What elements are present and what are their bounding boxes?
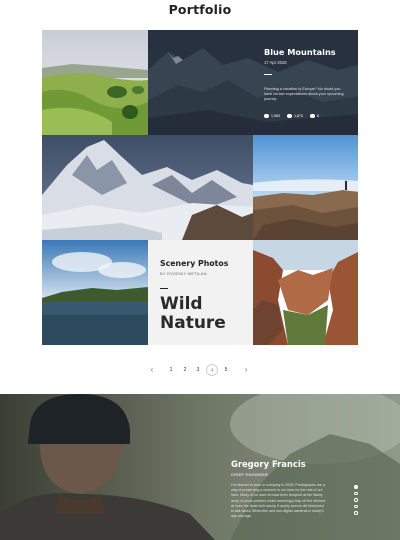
page-1-button[interactable]: 1 xyxy=(165,364,177,376)
next-page-arrow-icon[interactable]: › xyxy=(240,364,252,376)
portfolio-page: Portfolio Blue Mountains 17 Apr 2018 Pla… xyxy=(0,0,400,540)
views-count: 1,563 xyxy=(271,114,280,118)
testimonial-background-photo xyxy=(0,394,400,540)
slider-dots xyxy=(354,485,358,515)
featured-overlay: Blue Mountains 17 Apr 2018 Planning a va… xyxy=(264,30,358,135)
featured-description: Planning a vacation to Europe? No doubt … xyxy=(264,87,344,102)
portfolio-grid: Blue Mountains 17 Apr 2018 Planning a va… xyxy=(42,30,358,345)
featured-blue-mountains-card[interactable]: Blue Mountains 17 Apr 2018 Planning a va… xyxy=(148,30,358,135)
views-stat: 1,563 xyxy=(264,114,280,118)
testimonial-text: I’ve started to work in company in 2005.… xyxy=(231,483,326,519)
eye-icon xyxy=(264,114,269,118)
featured-date: 17 Apr 2018 xyxy=(264,60,287,65)
likes-count: 1,873 xyxy=(294,114,303,118)
page-3-button[interactable]: 3 xyxy=(192,364,204,376)
featured-stats: 1,563 1,873 8 xyxy=(264,114,319,118)
slider-dot-4[interactable] xyxy=(354,504,358,508)
page-title: Portfolio xyxy=(168,2,232,17)
slider-dot-1-active[interactable] xyxy=(354,485,358,489)
page-2-button[interactable]: 2 xyxy=(179,364,191,376)
scenery-big-text: Wild Nature xyxy=(160,294,226,333)
scenery-title[interactable]: Scenery Photos xyxy=(160,259,228,268)
slider-dot-5[interactable] xyxy=(354,511,358,515)
photo-lake[interactable] xyxy=(42,240,148,345)
testimonial-section: Gregory Francis CHIEF ENGINEER I’ve star… xyxy=(0,394,400,540)
photo-snowy-peaks[interactable] xyxy=(42,135,253,240)
comment-icon xyxy=(310,114,315,118)
photo-green-hills[interactable] xyxy=(42,30,148,135)
photo-canyon[interactable] xyxy=(253,240,358,345)
pagination: ‹ 1 2 3 4 5 › xyxy=(0,364,400,376)
comments-count: 8 xyxy=(317,114,319,118)
scenery-photos-card[interactable]: Scenery Photos BY EVGENIY METILAN Wild N… xyxy=(148,240,253,345)
photo-desert-hiker[interactable] xyxy=(253,135,358,240)
divider xyxy=(264,74,272,75)
comments-stat[interactable]: 8 xyxy=(310,114,319,118)
featured-title[interactable]: Blue Mountains xyxy=(264,47,336,57)
scenery-byline: BY EVGENIY METILAN xyxy=(160,271,207,276)
likes-stat[interactable]: 1,873 xyxy=(287,114,303,118)
testimonial-name: Gregory Francis xyxy=(231,459,306,469)
testimonial-role: CHIEF ENGINEER xyxy=(231,472,269,477)
slider-dot-2[interactable] xyxy=(354,491,358,495)
divider xyxy=(160,288,168,289)
page-4-button-active[interactable]: 4 xyxy=(206,364,218,376)
slider-dot-3[interactable] xyxy=(354,498,358,502)
prev-page-arrow-icon[interactable]: ‹ xyxy=(146,364,158,376)
heart-icon xyxy=(287,114,292,118)
page-5-button[interactable]: 5 xyxy=(220,364,232,376)
